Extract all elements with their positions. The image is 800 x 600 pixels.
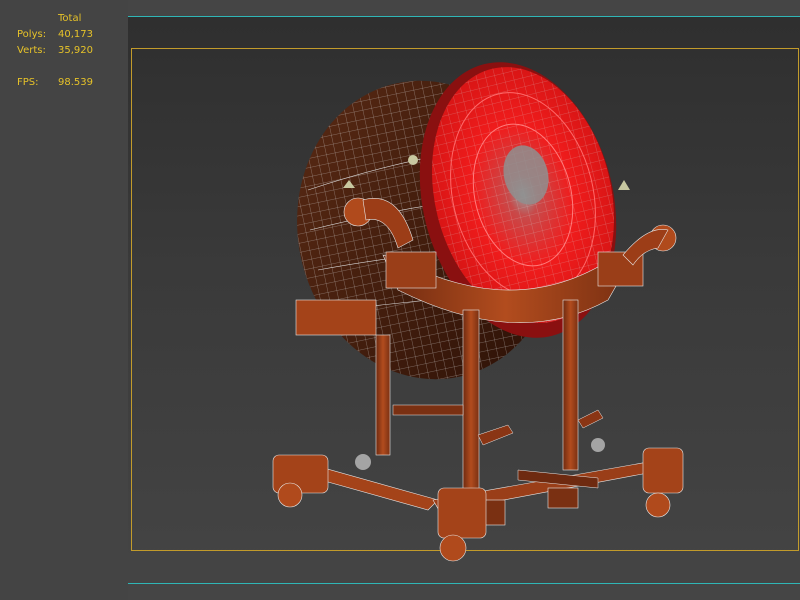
polys-label: Polys: <box>17 29 47 40</box>
drum-stand-model[interactable] <box>128 0 800 600</box>
3d-viewport[interactable] <box>128 0 800 600</box>
stats-total-header: Total <box>58 13 82 24</box>
viewport-bottom-strip <box>128 583 800 600</box>
viewport-stats-panel: Total Polys: 40,173 Verts: 35,920 FPS: 9… <box>0 0 128 600</box>
verts-value: 35,920 <box>58 45 93 56</box>
verts-label: Verts: <box>17 45 46 56</box>
polys-value: 40,173 <box>58 29 93 40</box>
fps-label: FPS: <box>17 77 39 88</box>
fps-value: 98.539 <box>58 77 93 88</box>
